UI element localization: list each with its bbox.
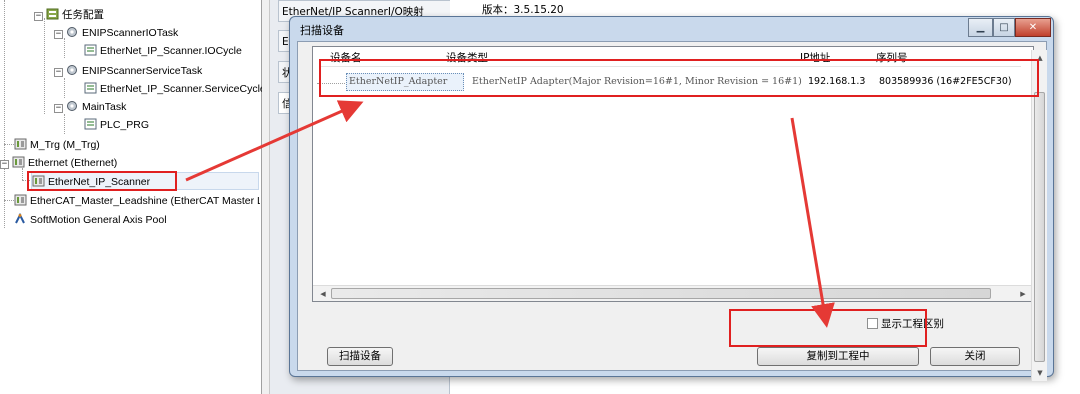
scan-devices-dialog: 扫描设备 ▁ □ ✕ 设备名 设备类型 IP地址 序列号 EtherNetIP_… <box>289 16 1054 381</box>
device-icon <box>14 194 27 206</box>
highlight-box-row <box>319 59 1039 97</box>
task-config-icon <box>46 8 59 20</box>
task-icon <box>66 64 79 76</box>
scroll-thumb[interactable] <box>1034 92 1045 362</box>
version-value: 3.5.15.20 <box>513 4 564 16</box>
tree-item-enip-io-task[interactable]: − ENIPScannerIOTask <box>54 24 178 42</box>
splitter[interactable] <box>262 0 270 394</box>
tree-item-enip-service-task[interactable]: − ENIPScannerServiceTask <box>54 62 202 80</box>
device-tree: − 任务配置 − ENIPScannerIOTask EtherNet_IP_Sca… <box>0 0 266 394</box>
tree-item-ethernet[interactable]: − Ethernet (Ethernet) <box>0 154 117 172</box>
task-icon <box>66 26 79 38</box>
task-icon <box>66 100 79 112</box>
highlight-box-scanner <box>27 171 177 191</box>
collapse-icon[interactable]: − <box>34 12 43 21</box>
scroll-down-icon[interactable]: ▼ <box>1032 365 1048 381</box>
collapse-icon[interactable]: − <box>54 68 63 77</box>
collapse-icon[interactable]: − <box>0 160 9 169</box>
tree-item-m-trg[interactable]: M_Trg (M_Trg) <box>14 136 100 154</box>
device-icon <box>14 138 27 150</box>
tree-item-task-config[interactable]: − 任务配置 <box>34 6 104 24</box>
vertical-scrollbar[interactable]: ▲ ▼ <box>1031 50 1047 381</box>
version-label: 版本： <box>482 4 514 16</box>
highlight-box-copy <box>729 309 927 347</box>
minimize-icon[interactable]: ▁ <box>968 18 993 37</box>
axis-pool-icon <box>14 212 27 225</box>
tree-item-softmotion-pool[interactable]: SoftMotion General Axis Pool <box>14 211 167 229</box>
tree-item-ethercat-master[interactable]: EtherCAT_Master_Leadshine (EtherCAT Mast… <box>14 192 260 210</box>
program-call-icon <box>84 44 97 56</box>
horizontal-scrollbar[interactable]: ◀ ▶ <box>313 285 1033 301</box>
maximize-icon[interactable]: □ <box>993 18 1015 37</box>
program-call-icon <box>84 82 97 94</box>
collapse-icon[interactable]: − <box>54 104 63 113</box>
scroll-left-icon[interactable]: ◀ <box>315 286 331 302</box>
tree-item-servicecycle[interactable]: EtherNet_IP_Scanner.ServiceCycle <box>84 80 266 98</box>
device-icon <box>12 156 25 168</box>
close-icon[interactable]: ✕ <box>1015 18 1051 37</box>
close-button[interactable]: 关闭 <box>930 347 1020 366</box>
scan-devices-button[interactable]: 扫描设备 <box>327 347 393 366</box>
program-call-icon <box>84 118 97 130</box>
version-row: 版本：3.5.15.20 <box>482 2 564 17</box>
tree-item-iocycle[interactable]: EtherNet_IP_Scanner.IOCycle <box>84 42 242 60</box>
dialog-title: 扫描设备 <box>300 24 344 37</box>
copy-to-project-button[interactable]: 复制到工程中 <box>757 347 919 366</box>
scroll-right-icon[interactable]: ▶ <box>1015 286 1031 302</box>
collapse-icon[interactable]: − <box>54 30 63 39</box>
tree-item-plc-prg[interactable]: PLC_PRG <box>84 116 149 134</box>
tree-item-maintask[interactable]: − MainTask <box>54 98 126 116</box>
scroll-thumb[interactable] <box>331 288 991 299</box>
